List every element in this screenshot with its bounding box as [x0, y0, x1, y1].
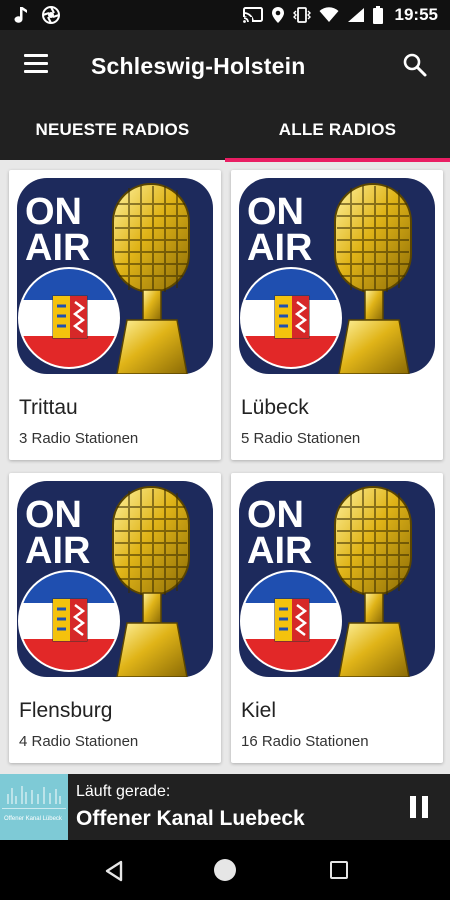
location-icon: [271, 7, 284, 23]
clock: 19:55: [394, 5, 438, 24]
station-thumbnail: Offener Kanal Lübeck: [0, 774, 68, 840]
station-name: Flensburg: [19, 699, 113, 722]
recents-icon[interactable]: [330, 861, 348, 879]
station-count: 5 Radio Stationen: [241, 430, 361, 447]
menu-icon[interactable]: [24, 54, 48, 74]
station-logo-image: [0, 774, 68, 840]
on-air-text-line2: AIR: [25, 530, 90, 572]
music-note-icon: [14, 7, 27, 23]
back-icon[interactable]: [104, 860, 124, 882]
tab-alle-radios[interactable]: ALLE RADIOS: [225, 102, 450, 162]
on-air-text-line2: AIR: [247, 227, 312, 269]
home-icon[interactable]: [214, 859, 236, 881]
tab-bar: NEUESTE RADIOS ALLE RADIOS: [0, 102, 450, 162]
station-name: Lübeck: [241, 396, 309, 419]
cell-signal-icon: [347, 8, 364, 22]
tab-neueste-radios[interactable]: NEUESTE RADIOS: [0, 102, 225, 160]
microphone-icon: [112, 183, 190, 375]
pause-icon[interactable]: [410, 796, 428, 818]
on-air-artwork: ON AIR: [239, 178, 435, 375]
on-air-text-line2: AIR: [247, 530, 312, 572]
camera-aperture-icon: [42, 6, 60, 24]
microphone-icon: [334, 486, 412, 678]
now-playing-bar[interactable]: Offener Kanal Lübeck Läuft gerade: Offen…: [0, 774, 450, 840]
now-playing-caption: Läuft gerade:: [76, 783, 171, 800]
cast-icon: [242, 7, 263, 23]
on-air-artwork: ON AIR: [17, 178, 213, 375]
microphone-icon: [112, 486, 190, 678]
station-card[interactable]: ON AIR Kiel 16 Radio Stationen: [231, 473, 443, 763]
wifi-icon: [319, 7, 339, 22]
app-bar: Schleswig-Holstein: [0, 30, 450, 102]
system-nav-bar: [0, 840, 450, 900]
station-card[interactable]: ON AIR Flensburg 4 Radio Stationen: [9, 473, 221, 763]
vibrate-icon: [292, 7, 311, 23]
page-title: Schleswig-Holstein: [91, 53, 306, 79]
station-count: 4 Radio Stationen: [19, 733, 139, 750]
thumbnail-caption: Offener Kanal Lübeck: [4, 816, 62, 822]
microphone-icon: [334, 183, 412, 375]
station-name: Kiel: [241, 699, 277, 722]
station-grid: ON AIR Trittau 3 Radio Stationen ON AIR …: [0, 160, 450, 774]
battery-icon: [372, 6, 383, 24]
station-count: 3 Radio Stationen: [19, 430, 139, 447]
station-card[interactable]: ON AIR Lübeck 5 Radio Stationen: [231, 170, 443, 460]
status-bar: 19:55: [0, 0, 450, 30]
on-air-artwork: ON AIR: [239, 481, 435, 678]
station-count: 16 Radio Stationen: [241, 733, 369, 750]
now-playing-title: Offener Kanal Luebeck: [76, 807, 305, 830]
station-name: Trittau: [19, 396, 78, 419]
station-card[interactable]: ON AIR Trittau 3 Radio Stationen: [9, 170, 221, 460]
search-icon[interactable]: [402, 52, 428, 78]
on-air-text-line2: AIR: [25, 227, 90, 269]
on-air-artwork: ON AIR: [17, 481, 213, 678]
